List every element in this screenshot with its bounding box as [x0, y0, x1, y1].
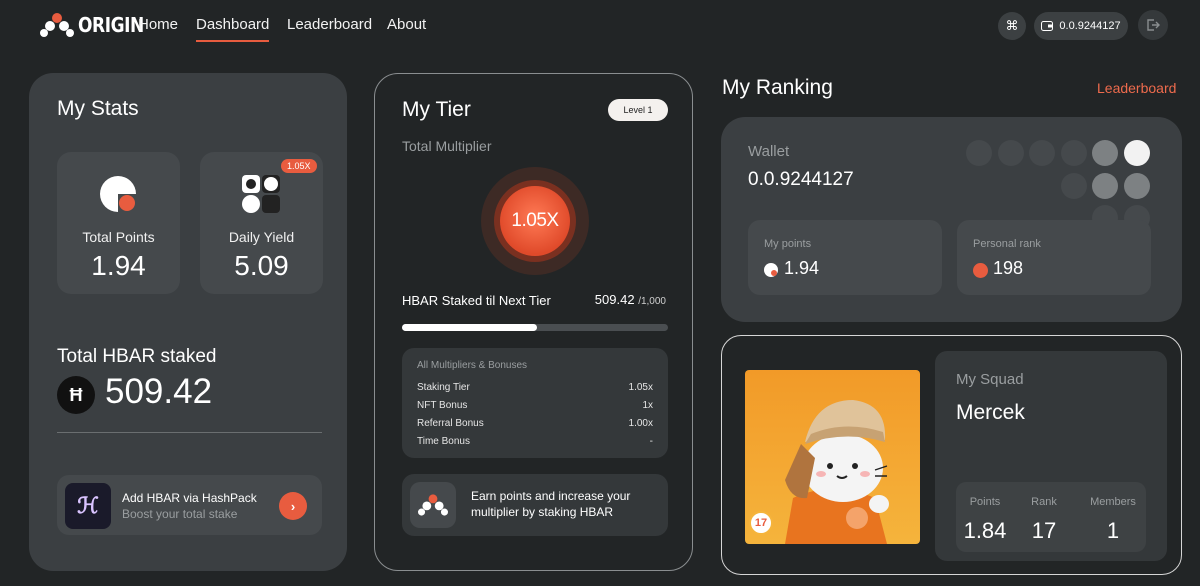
bonus-value: 1.05x [628, 382, 653, 393]
total-points-label: Total Points [82, 229, 155, 245]
squad-members-label: Members [1090, 496, 1136, 508]
bonus-row: NFT Bonus 1x [417, 400, 653, 411]
squad-members-value: 1 [1106, 518, 1120, 543]
bonus-label: Referral Bonus [417, 418, 484, 429]
tier-progress-fill [402, 324, 538, 331]
hbar-staked-value: 509.42 [105, 372, 213, 411]
bonuses-title: All Multipliers & Bonuses [417, 360, 528, 371]
hashpack-card[interactable]: ℋ Add HBAR via HashPack Boost your total… [57, 475, 322, 535]
nav-about[interactable]: About [387, 16, 426, 33]
command-button[interactable]: ⌘ [998, 12, 1026, 40]
logout-button[interactable] [1138, 10, 1168, 40]
hashpack-logo-icon: ℋ [65, 483, 111, 529]
hbar-symbol: Ħ [69, 384, 83, 405]
total-points-value: 1.94 [91, 250, 146, 281]
my-tier-title: My Tier [402, 98, 471, 121]
my-points-label: My points [764, 238, 812, 250]
my-points-tile: My points 1.94 [748, 220, 942, 295]
points-icon [100, 176, 136, 212]
bonus-label: Staking Tier [417, 382, 470, 393]
daily-yield-label: Daily Yield [228, 229, 295, 245]
daily-yield-tile: 1.05X Daily Yield 5.09 [200, 152, 323, 294]
bonus-row: Time Bonus - [417, 436, 653, 447]
rank-dot-icon [973, 263, 988, 278]
nav-home[interactable]: Home [138, 16, 178, 33]
staked-next-tier-amount: 509.42 /1,000 [595, 292, 666, 307]
hashpack-subtitle: Boost your total stake [122, 507, 238, 521]
daily-yield-badge: 1.05X [281, 159, 317, 173]
personal-rank-tile: Personal rank 198 [957, 220, 1151, 295]
squad-rank-value: 17 [1031, 518, 1057, 543]
squad-nft-image[interactable]: 17 [745, 370, 920, 544]
top-nav: ORIGIN Home Dashboard Leaderboard About … [0, 0, 1200, 52]
leaderboard-link[interactable]: Leaderboard [1097, 80, 1176, 96]
brand-name: ORIGIN [78, 13, 144, 37]
multiplier-value: 1.05X [511, 210, 559, 231]
staked-next-tier-target: /1,000 [638, 296, 666, 307]
stats-divider [57, 432, 322, 433]
bonus-label: Time Bonus [417, 436, 470, 447]
origin-logo-icon [40, 13, 74, 37]
wallet-card: Wallet 0.0.9244127 My points 1.94 Person… [721, 117, 1182, 322]
wallet-value: 0.0.9244127 [748, 169, 854, 190]
staked-next-tier-value: 509.42 [594, 292, 635, 307]
personal-rank-label: Personal rank [973, 238, 1041, 250]
personal-rank-value: 198 [993, 258, 1024, 278]
my-stats-title: My Stats [57, 97, 139, 120]
nav-leaderboard[interactable]: Leaderboard [287, 16, 372, 33]
wallet-balance: 0.0.9244127 [1059, 20, 1121, 32]
points-small-icon [764, 263, 778, 277]
bonuses-box: All Multipliers & Bonuses Staking Tier 1… [402, 348, 668, 458]
origin-small-icon [410, 482, 456, 528]
squad-rank-label: Rank [1031, 496, 1057, 508]
my-squad-label: My Squad [956, 371, 1024, 388]
earn-points-box: Earn points and increase your multiplier… [402, 474, 668, 536]
wallet-icon [1041, 21, 1054, 31]
squad-points-value: 1.84 [963, 518, 1007, 543]
wallet-button[interactable]: 0.0.9244127 [1034, 12, 1128, 40]
yield-icon [242, 175, 280, 213]
my-stats-card: My Stats Total Points 1.94 1.05X Daily Y… [29, 73, 347, 571]
command-icon: ⌘ [1005, 18, 1019, 33]
hashpack-arrow-button[interactable]: › [279, 492, 307, 520]
hbar-staked-label: Total HBAR staked [57, 346, 217, 367]
squad-stats-box: Points 1.84 Rank 17 Members 1 [956, 482, 1146, 552]
nav-dashboard[interactable]: Dashboard [196, 16, 270, 42]
total-points-tile: Total Points 1.94 [57, 152, 180, 294]
squad-points-label: Points [969, 496, 1001, 508]
my-points-value: 1.94 [784, 258, 820, 278]
tier-progress-bar [402, 324, 668, 331]
bonus-value: 1x [642, 400, 653, 411]
earn-points-text: Earn points and increase your multiplier… [471, 489, 631, 519]
bonus-row: Staking Tier 1.05x [417, 382, 653, 393]
level-badge: Level 1 [608, 99, 668, 121]
bonus-value: - [649, 436, 653, 447]
my-ranking-title: My Ranking [722, 76, 833, 99]
nft-number-badge: 17 [749, 511, 773, 535]
my-tier-card: My Tier Level 1 Total Multiplier 1.05X H… [374, 73, 693, 571]
bonus-value: 1.00x [628, 418, 653, 429]
staked-next-tier-label: HBAR Staked til Next Tier [402, 293, 551, 308]
bonus-row: Referral Bonus 1.00x [417, 418, 653, 429]
hashpack-title: Add HBAR via HashPack [122, 491, 257, 505]
bonus-label: NFT Bonus [417, 400, 468, 411]
hbar-icon: Ħ [57, 376, 95, 414]
chevron-right-icon: › [290, 498, 296, 514]
squad-name: Mercek [956, 401, 1025, 424]
squad-info-panel: My Squad Mercek Points 1.84 Rank 17 Memb… [935, 351, 1167, 561]
daily-yield-value: 5.09 [234, 250, 289, 281]
wallet-label: Wallet [748, 143, 790, 160]
logout-icon [1147, 19, 1160, 31]
my-squad-card[interactable]: 17 My Squad Mercek Points 1.84 Rank 17 M… [721, 335, 1182, 575]
multiplier-orb: 1.05X [500, 186, 570, 256]
total-multiplier-label: Total Multiplier [402, 138, 492, 154]
